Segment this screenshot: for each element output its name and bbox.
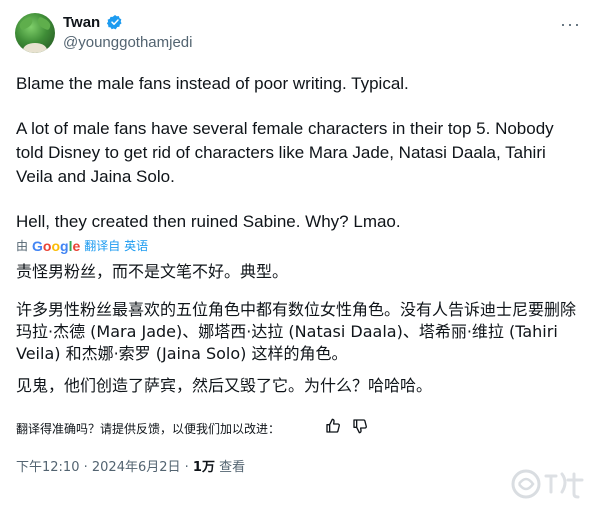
meta-separator: · (83, 460, 92, 475)
views-count: 1万 (192, 460, 215, 475)
translated-paragraph-1: 责怪男粉丝，而不是文笔不好。典型。 (16, 262, 289, 281)
google-logo: Google (32, 238, 80, 254)
google-logo-letter: e (72, 237, 81, 254)
translation-feedback-question: 翻译得准确吗？请提供反馈，以便我们加以改进： (16, 422, 281, 436)
tweet-paragraph-1: Blame the male fans instead of poor writ… (16, 74, 409, 93)
source-language: 英语 (124, 239, 149, 253)
views-label: 查看 (219, 460, 246, 475)
author-handle[interactable]: @younggothamjedi (63, 34, 192, 51)
tweet-time[interactable]: 下午12:10 (16, 460, 79, 475)
tweet-paragraph-3: Hell, they created then ruined Sabine. W… (16, 212, 401, 231)
translated-paragraph-2: 许多男性粉丝最喜欢的五位角色中都有数位女性角色。没有人告诉迪士尼要删除玛拉·杰德… (16, 300, 577, 363)
thumbs-up-icon[interactable] (325, 418, 341, 434)
tweet-metadata: 下午12:10 · 2024年6月2日 · 1万 查看 (16, 456, 245, 475)
thumbs-down-icon[interactable] (352, 418, 368, 434)
google-logo-letter: o (51, 237, 61, 254)
avatar-ear-right (35, 16, 53, 31)
more-dots-icon[interactable]: ··· (560, 14, 581, 35)
verified-badge-icon (107, 15, 122, 30)
translation-attribution: 由 Google 翻译自 英语 (16, 237, 148, 254)
tweet-paragraph-2: A lot of male fans have several female c… (16, 119, 554, 186)
avatar[interactable] (15, 13, 55, 53)
translated-from-link[interactable]: 翻译自 英语 (84, 237, 148, 254)
avatar-ear-left (17, 16, 35, 31)
google-logo-letter: G (32, 237, 43, 254)
meta-separator: · (184, 460, 193, 475)
translated-paragraph-3: 见鬼，他们创造了萨宾，然后又毁了它。为什么？哈哈哈。 (16, 376, 433, 395)
google-logo-letter: g (60, 237, 69, 254)
watermark-logo (511, 469, 584, 499)
tweet-date[interactable]: 2024年6月2日 (92, 460, 181, 475)
translated-from-label: 翻译自 (84, 239, 121, 253)
translated-by-label: 由 (16, 239, 29, 253)
author-name[interactable]: Twan (63, 14, 100, 31)
avatar-robe (23, 43, 47, 53)
